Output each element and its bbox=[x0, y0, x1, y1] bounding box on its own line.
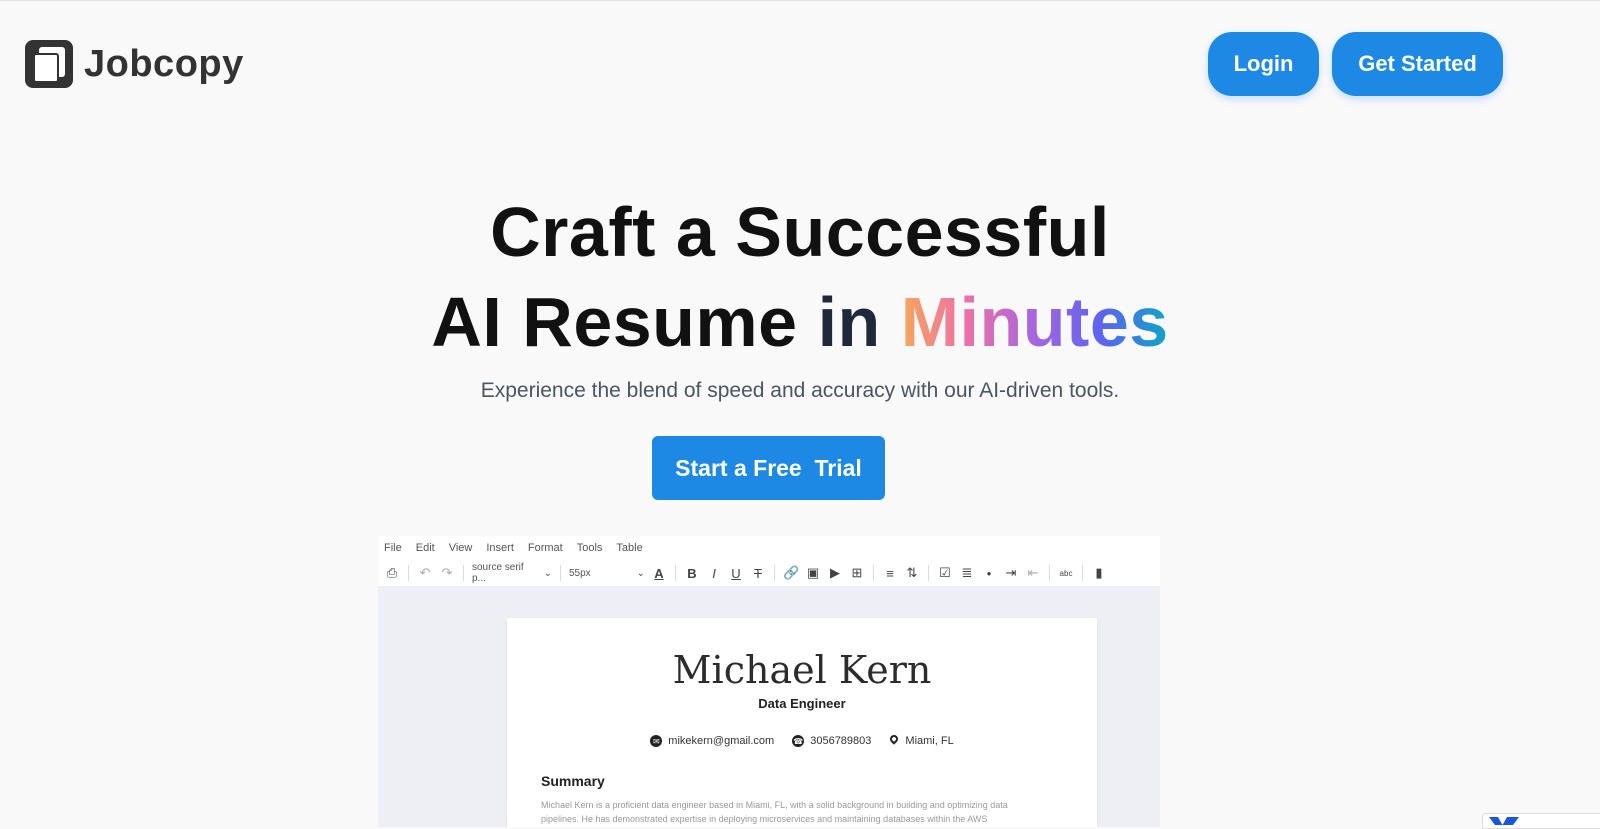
undo-icon[interactable]: ↶ bbox=[417, 565, 433, 581]
get-started-button[interactable]: Get Started bbox=[1332, 32, 1503, 96]
line-height-icon[interactable]: ⇅ bbox=[904, 565, 920, 581]
font-family-select[interactable]: source serif p... ⌄ bbox=[472, 562, 552, 584]
menu-insert[interactable]: Insert bbox=[486, 542, 514, 560]
spellcheck-icon[interactable]: abc bbox=[1058, 569, 1074, 578]
contact-email: ✉ mikekern@gmail.com bbox=[650, 735, 774, 747]
hero-title-line1: Craft a Successful bbox=[490, 193, 1110, 271]
resume-contacts: ✉ mikekern@gmail.com ☎ 3056789803 Miami,… bbox=[507, 735, 1097, 747]
underline-icon[interactable]: U bbox=[728, 566, 744, 581]
location-text: Miami, FL bbox=[905, 735, 954, 747]
print-icon[interactable]: ⎙ bbox=[384, 565, 400, 581]
hero-title-ai-resume: AI Resume bbox=[431, 283, 798, 361]
align-left-icon[interactable]: ≡ bbox=[882, 566, 898, 581]
menu-tools[interactable]: Tools bbox=[577, 542, 603, 560]
image-icon[interactable]: ▣ bbox=[805, 565, 821, 581]
brand-name: Jobcopy bbox=[84, 42, 244, 85]
resume-name: Michael Kern bbox=[672, 648, 932, 692]
strikethrough-icon[interactable]: T bbox=[750, 566, 766, 581]
checklist-icon[interactable]: ☑ bbox=[937, 565, 953, 581]
video-icon[interactable]: ▶ bbox=[827, 565, 843, 581]
indent-icon[interactable]: ⇥ bbox=[1003, 565, 1019, 581]
chevron-down-icon: ⌄ bbox=[543, 567, 552, 579]
copy-icon bbox=[25, 40, 73, 88]
font-size-select[interactable]: 55px ⌄ bbox=[569, 568, 645, 579]
editor-header: File Edit View Insert Format Tools Table… bbox=[378, 536, 1160, 586]
hero-subtitle: Experience the blend of speed and accura… bbox=[480, 379, 1120, 402]
bookmark-icon[interactable]: ▮ bbox=[1091, 565, 1107, 581]
summary-heading: Summary bbox=[541, 773, 605, 789]
text-color-icon[interactable]: A bbox=[651, 566, 667, 581]
hero-title-line2: AI Resume in Minutes bbox=[0, 277, 1600, 367]
hero-title-highlight: Minutes bbox=[900, 283, 1169, 361]
table-icon[interactable]: ⊞ bbox=[849, 565, 865, 581]
bold-icon[interactable]: B bbox=[684, 566, 700, 581]
editor-toolbar: ⎙ ↶ ↷ source serif p... ⌄ 55px ⌄ A B I U… bbox=[378, 560, 1160, 586]
menu-table[interactable]: Table bbox=[616, 542, 642, 560]
hero-title: Craft a Successful AI Resume in Minutes bbox=[0, 187, 1600, 367]
contact-phone: ☎ 3056789803 bbox=[792, 735, 871, 747]
font-size-value: 55px bbox=[569, 567, 591, 579]
chevron-down-icon: ⌄ bbox=[636, 567, 645, 579]
menu-edit[interactable]: Edit bbox=[416, 542, 435, 560]
hero-title-in: in bbox=[817, 283, 881, 361]
editor-menubar: File Edit View Insert Format Tools Table bbox=[378, 536, 1160, 560]
summary-text: Michael Kern is a proficient data engine… bbox=[541, 800, 1008, 824]
login-button[interactable]: Login bbox=[1208, 32, 1319, 96]
location-pin-icon bbox=[889, 735, 899, 747]
outdent-icon[interactable]: ⇤ bbox=[1025, 565, 1041, 581]
font-family-value: source serif p... bbox=[472, 562, 524, 584]
resume-document[interactable]: Michael Kern Data Engineer ✉ mikekern@gm… bbox=[507, 618, 1097, 827]
start-free-trial-button[interactable]: Start a Free Trial bbox=[652, 436, 885, 500]
contact-location: Miami, FL bbox=[889, 735, 953, 747]
menu-view[interactable]: View bbox=[449, 542, 473, 560]
redo-icon[interactable]: ↷ bbox=[439, 565, 455, 581]
brand-logo[interactable]: Jobcopy bbox=[25, 40, 244, 88]
brand-mark-icon bbox=[1489, 817, 1519, 825]
menu-format[interactable]: Format bbox=[528, 542, 563, 560]
italic-icon[interactable]: I bbox=[706, 566, 722, 581]
bullet-list-icon[interactable]: • bbox=[981, 566, 997, 581]
email-text: mikekern@gmail.com bbox=[668, 735, 775, 747]
resume-role: Data Engineer bbox=[758, 696, 846, 711]
phone-text: 3056789803 bbox=[810, 735, 872, 747]
mail-icon: ✉ bbox=[650, 735, 663, 747]
numbered-list-icon[interactable]: ≣ bbox=[959, 565, 975, 581]
resume-editor-preview: File Edit View Insert Format Tools Table… bbox=[378, 536, 1160, 827]
link-icon[interactable]: 🔗 bbox=[783, 565, 799, 581]
menu-file[interactable]: File bbox=[384, 542, 402, 560]
corner-badge-widget[interactable] bbox=[1482, 813, 1600, 829]
phone-icon: ☎ bbox=[792, 735, 805, 747]
